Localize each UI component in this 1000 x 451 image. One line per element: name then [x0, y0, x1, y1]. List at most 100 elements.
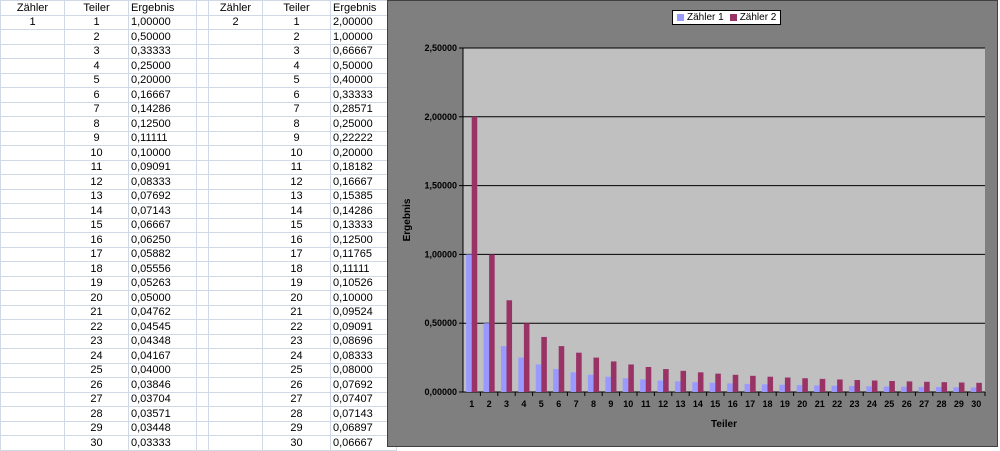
spacer-cell[interactable] — [196, 319, 209, 335]
ergebnis-cell[interactable]: 0,16667 — [128, 87, 197, 103]
spacer-cell[interactable] — [196, 377, 209, 393]
spacer-cell[interactable] — [196, 420, 209, 436]
teiler-cell[interactable]: 14 — [262, 203, 331, 219]
teiler-cell[interactable]: 15 — [64, 217, 129, 233]
zaehler-cell[interactable] — [0, 29, 65, 45]
zaehler-cell[interactable] — [0, 435, 65, 451]
spacer-cell[interactable] — [196, 290, 209, 306]
zaehler-cell[interactable] — [0, 362, 65, 378]
spacer-cell[interactable] — [196, 391, 209, 407]
zaehler-cell[interactable] — [208, 348, 263, 364]
zaehler-cell[interactable] — [0, 87, 65, 103]
zaehler-cell[interactable] — [0, 116, 65, 132]
zaehler-cell[interactable] — [208, 43, 263, 59]
teiler-cell[interactable]: 27 — [262, 391, 331, 407]
teiler-cell[interactable]: 21 — [64, 304, 129, 320]
ergebnis-cell[interactable]: 0,12500 — [128, 116, 197, 132]
ergebnis-cell[interactable]: 0,03333 — [128, 435, 197, 451]
zaehler-cell[interactable] — [208, 232, 263, 248]
teiler-cell[interactable]: 11 — [64, 159, 129, 175]
teiler-cell[interactable]: 3 — [262, 43, 331, 59]
teiler-cell[interactable]: 5 — [262, 72, 331, 88]
zaehler-cell[interactable] — [208, 188, 263, 204]
ergebnis-cell[interactable]: 0,05882 — [128, 246, 197, 262]
zaehler-cell[interactable] — [208, 72, 263, 88]
teiler-cell[interactable]: 19 — [64, 275, 129, 291]
zaehler-cell[interactable] — [0, 174, 65, 190]
ergebnis-cell[interactable]: 0,07692 — [128, 188, 197, 204]
teiler-cell[interactable]: 17 — [64, 246, 129, 262]
zaehler-cell[interactable] — [0, 290, 65, 306]
zaehler-cell[interactable] — [0, 304, 65, 320]
spacer-cell[interactable] — [196, 130, 209, 146]
zaehler-cell[interactable]: 1 — [0, 14, 65, 30]
teiler-cell[interactable]: 6 — [64, 87, 129, 103]
spacer-cell[interactable] — [196, 145, 209, 161]
spacer-cell[interactable] — [196, 29, 209, 45]
teiler-cell[interactable]: 14 — [64, 203, 129, 219]
zaehler-cell[interactable] — [208, 304, 263, 320]
spacer-cell[interactable] — [196, 174, 209, 190]
zaehler-cell[interactable] — [208, 391, 263, 407]
zaehler-cell[interactable] — [0, 348, 65, 364]
teiler-cell[interactable]: 13 — [262, 188, 331, 204]
ergebnis-cell[interactable]: 0,07143 — [128, 203, 197, 219]
teiler-cell[interactable]: 21 — [262, 304, 331, 320]
teiler-cell[interactable]: 30 — [262, 435, 331, 451]
spacer-cell[interactable] — [196, 72, 209, 88]
ergebnis-cell[interactable]: 0,04348 — [128, 333, 197, 349]
ergebnis-cell[interactable]: 0,25000 — [128, 58, 197, 74]
zaehler-cell[interactable] — [0, 406, 65, 422]
teiler-cell[interactable]: 29 — [64, 420, 129, 436]
teiler-cell[interactable]: 16 — [64, 232, 129, 248]
zaehler-cell[interactable] — [208, 87, 263, 103]
zaehler-cell[interactable] — [208, 420, 263, 436]
zaehler-cell[interactable] — [208, 261, 263, 277]
teiler-cell[interactable]: 16 — [262, 232, 331, 248]
ergebnis-cell[interactable]: 0,11111 — [128, 130, 197, 146]
ergebnis-cell[interactable]: 0,05000 — [128, 290, 197, 306]
ergebnis-cell[interactable]: 0,04167 — [128, 348, 197, 364]
spacer-cell[interactable] — [196, 275, 209, 291]
teiler-cell[interactable]: 7 — [262, 101, 331, 117]
teiler-cell[interactable]: 24 — [64, 348, 129, 364]
zaehler-cell[interactable] — [0, 275, 65, 291]
ergebnis-cell[interactable]: 0,04545 — [128, 319, 197, 335]
ergebnis-cell[interactable]: 0,14286 — [128, 101, 197, 117]
ergebnis-cell[interactable]: 0,03704 — [128, 391, 197, 407]
teiler-cell[interactable]: 22 — [262, 319, 331, 335]
zaehler-cell[interactable] — [208, 217, 263, 233]
teiler-cell[interactable]: 19 — [262, 275, 331, 291]
spacer-cell[interactable] — [196, 58, 209, 74]
spacer-cell[interactable] — [196, 435, 209, 451]
teiler-cell[interactable]: 25 — [64, 362, 129, 378]
zaehler-cell[interactable] — [0, 58, 65, 74]
zaehler-cell[interactable] — [0, 232, 65, 248]
spacer-cell[interactable] — [196, 43, 209, 59]
zaehler-cell[interactable] — [0, 145, 65, 161]
zaehler-cell[interactable] — [208, 130, 263, 146]
header-zaehler-1[interactable]: Zähler — [0, 0, 65, 16]
zaehler-cell[interactable] — [208, 159, 263, 175]
legend-item-zaehler-1[interactable]: Zähler 1 — [677, 12, 724, 23]
teiler-cell[interactable]: 12 — [64, 174, 129, 190]
ergebnis-cell[interactable]: 0,10000 — [128, 145, 197, 161]
teiler-cell[interactable]: 8 — [262, 116, 331, 132]
zaehler-cell[interactable] — [208, 275, 263, 291]
header-teiler-1[interactable]: Teiler — [64, 0, 129, 16]
ergebnis-cell[interactable]: 0,08333 — [128, 174, 197, 190]
zaehler-cell[interactable] — [0, 246, 65, 262]
teiler-cell[interactable]: 28 — [64, 406, 129, 422]
ergebnis-cell[interactable]: 0,05556 — [128, 261, 197, 277]
teiler-cell[interactable]: 23 — [64, 333, 129, 349]
header-ergebnis-1[interactable]: Ergebnis — [128, 0, 197, 16]
teiler-cell[interactable]: 28 — [262, 406, 331, 422]
teiler-cell[interactable]: 4 — [64, 58, 129, 74]
spacer-cell[interactable] — [196, 87, 209, 103]
ergebnis-cell[interactable]: 0,03571 — [128, 406, 197, 422]
ergebnis-cell[interactable]: 1,00000 — [128, 14, 197, 30]
teiler-cell[interactable]: 23 — [262, 333, 331, 349]
ergebnis-cell[interactable]: 0,06667 — [128, 217, 197, 233]
zaehler-cell[interactable] — [208, 435, 263, 451]
spacer-cell[interactable] — [196, 14, 209, 30]
